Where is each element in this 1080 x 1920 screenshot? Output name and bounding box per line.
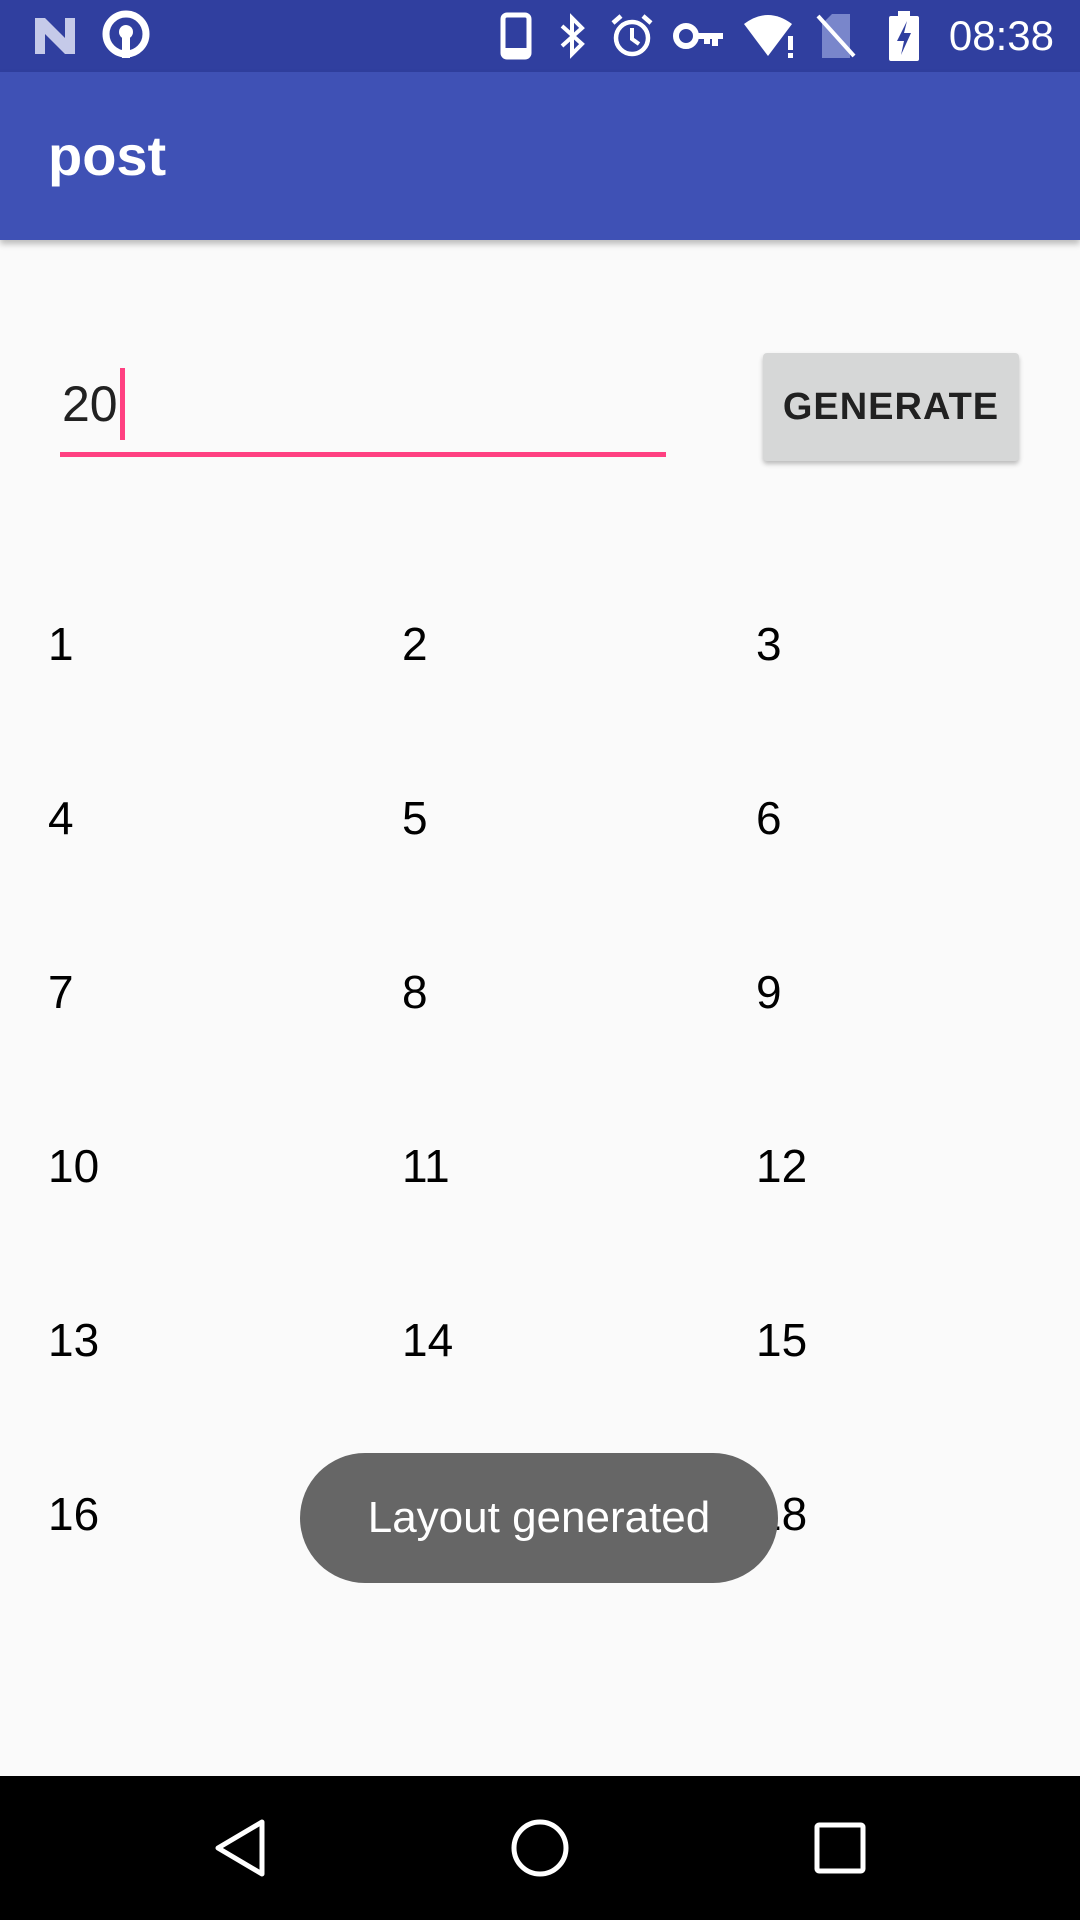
grid-cell: 5 [402, 792, 428, 844]
grid-cell: 15 [756, 1314, 808, 1366]
recents-icon[interactable] [760, 1776, 920, 1920]
grid-cell: 7 [48, 966, 74, 1018]
grid-cell: 2 [402, 618, 428, 670]
home-icon[interactable] [460, 1776, 620, 1920]
grid-cell: 10 [48, 1140, 100, 1192]
navigation-bar [0, 1776, 1080, 1920]
grid-cell: 9 [756, 966, 782, 1018]
grid-cell: 11 [402, 1140, 450, 1192]
grid-cell: 13 [48, 1314, 100, 1366]
grid-cell: 3 [756, 618, 782, 670]
grid-cell: 8 [402, 966, 428, 1018]
toast-message: Layout generated [300, 1453, 778, 1583]
grid-cell: 1 [48, 618, 74, 670]
back-icon[interactable] [160, 1776, 320, 1920]
app-title: post [48, 124, 167, 187]
app-bar: post [0, 72, 1080, 240]
grid-cell: 6 [756, 792, 782, 844]
grid-cell: 12 [756, 1140, 808, 1192]
grid-cell: 4 [48, 792, 74, 844]
grid-cell: 14 [402, 1314, 454, 1366]
grid-cell: 16 [48, 1488, 100, 1540]
